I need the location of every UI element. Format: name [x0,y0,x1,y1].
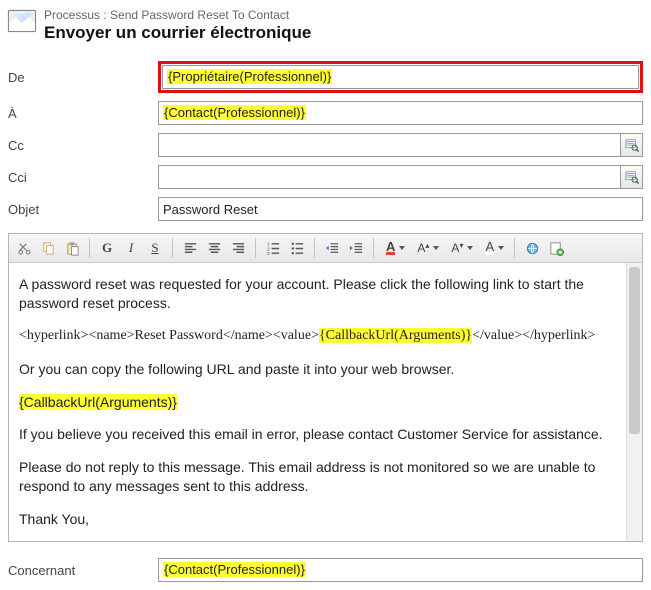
regarding-token: {Contact(Professionnel)} [163,562,306,577]
editor-scrollbar[interactable] [626,263,642,541]
font-grow-button[interactable]: A▴ [411,237,443,259]
unordered-list-icon [290,241,305,256]
toolbar-separator [514,238,515,258]
subject-field[interactable] [158,197,643,221]
font-grow-a: A▴ [417,241,429,255]
outdent-icon [325,241,340,256]
callback-token: {CallbackUrl(Arguments)} [19,394,177,410]
body-paragraph: Thank You, [19,510,618,529]
ordered-list-icon: 123 [266,241,281,256]
cc-lookup-button[interactable] [621,133,643,157]
paste-button[interactable] [61,237,83,259]
italic-button[interactable]: I [120,237,142,259]
toolbar-separator [172,238,173,258]
underline-button[interactable]: S [144,237,166,259]
cc-label: Cc [8,138,158,153]
paste-icon [65,241,80,256]
to-field[interactable]: {Contact(Professionnel)} [158,101,643,125]
align-right-icon [231,241,246,256]
align-center-icon [207,241,222,256]
font-shrink-button[interactable]: A▾ [445,237,477,259]
lookup-icon [625,138,639,152]
regarding-label: Concernant [8,563,158,578]
body-hyperlink-line: <hyperlink><name>Reset Password</name><v… [19,327,618,346]
font-color-a: A [386,241,395,255]
indent-icon [349,241,364,256]
regarding-field[interactable]: {Contact(Professionnel)} [158,558,643,582]
scissors-icon [17,241,32,256]
align-left-button[interactable] [179,237,201,259]
toolbar-separator [314,238,315,258]
toolbar-separator [89,238,90,258]
toolbar-separator [255,238,256,258]
bcc-label: Cci [8,170,158,185]
svg-text:3: 3 [266,251,269,256]
chevron-down-icon [467,246,473,250]
link-icon [525,241,540,256]
body-paragraph: If you believe you received this email i… [19,425,618,444]
font-shrink-a: A▾ [451,241,463,255]
mail-icon [8,10,36,32]
to-token: {Contact(Professionnel)} [163,105,306,120]
font-color-button[interactable]: A [380,237,409,259]
editor-toolbar: G I S 123 A A▴ A▾ A [9,234,642,263]
from-field[interactable]: {Propriétaire(Professionnel)} [162,65,639,89]
insert-field-button[interactable] [545,237,567,259]
insert-link-button[interactable] [521,237,543,259]
bcc-lookup-button[interactable] [621,165,643,189]
process-line: Processus : Send Password Reset To Conta… [44,8,311,22]
copy-button[interactable] [37,237,59,259]
highlight-color-button[interactable]: A [479,237,508,259]
align-center-button[interactable] [203,237,225,259]
body-callback-line: {CallbackUrl(Arguments)} [19,393,618,412]
page-title: Envoyer un courrier électronique [44,23,311,43]
outdent-button[interactable] [321,237,343,259]
toolbar-separator [373,238,374,258]
copy-icon [41,241,56,256]
chevron-down-icon [433,246,439,250]
chevron-down-icon [399,246,405,250]
indent-button[interactable] [345,237,367,259]
callback-token: {CallbackUrl(Arguments)} [319,328,472,343]
body-paragraph: Please do not reply to this message. Thi… [19,458,618,496]
scrollbar-thumb[interactable] [629,267,640,434]
email-body-editor[interactable]: A password reset was requested for your … [9,263,642,541]
align-left-icon [183,241,198,256]
unordered-list-button[interactable] [286,237,308,259]
insert-field-icon [549,241,564,256]
bcc-field[interactable] [158,165,621,189]
bold-button[interactable]: G [96,237,118,259]
lookup-icon [625,170,639,184]
subject-label: Objet [8,202,158,217]
body-paragraph: A password reset was requested for your … [19,275,618,313]
cc-field[interactable] [158,133,621,157]
to-label: À [8,106,158,121]
chevron-down-icon [498,246,504,250]
ordered-list-button[interactable]: 123 [262,237,284,259]
cut-button[interactable] [13,237,35,259]
from-token: {Propriétaire(Professionnel)} [167,69,332,84]
align-right-button[interactable] [227,237,249,259]
from-label: De [8,70,158,85]
body-paragraph: Or you can copy the following URL and pa… [19,360,618,379]
highlight-a: A [485,241,494,255]
